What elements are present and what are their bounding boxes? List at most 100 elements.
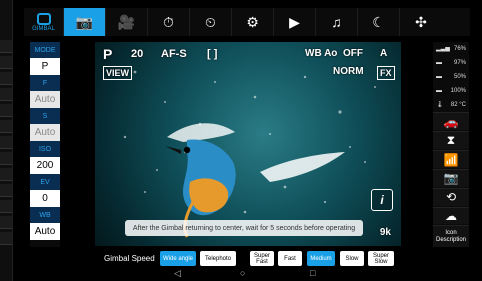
playback-button[interactable]: ▶ xyxy=(274,8,316,36)
speed-option-super-fast[interactable]: Super Fast xyxy=(250,251,274,266)
peek-item xyxy=(0,168,12,181)
peek-item xyxy=(0,56,12,69)
flash-status: OFF xyxy=(343,48,363,59)
af-area: [ ] xyxy=(207,48,218,60)
camera-button[interactable]: 📷 xyxy=(64,8,106,36)
shooting-mode: P xyxy=(103,46,113,62)
peek-item xyxy=(0,136,12,149)
ev-label: EV xyxy=(30,174,60,190)
capture-button[interactable]: 📷 xyxy=(433,168,469,187)
s-value[interactable]: Auto xyxy=(30,124,60,141)
night-button[interactable]: ☾ xyxy=(358,8,400,36)
cloud-upload-icon: ☁ xyxy=(445,209,457,224)
white-balance-badge: WB Ao xyxy=(305,48,338,59)
icon-description-label: Icon Description xyxy=(435,229,466,243)
video-button[interactable]: 🎥 xyxy=(106,8,148,36)
signal-icon: ▂▃▅ xyxy=(436,46,450,53)
info-button[interactable]: i xyxy=(371,189,393,211)
bar-value-1: 97% xyxy=(453,59,466,66)
iso-label: ISO xyxy=(30,141,60,157)
exposure-lock-button[interactable]: ⧗ xyxy=(433,131,469,150)
wb-label: WB xyxy=(30,207,60,223)
bar-icon: ▬ xyxy=(436,73,442,80)
music-icon: ♫ xyxy=(331,14,342,30)
peek-item xyxy=(0,88,12,101)
s-label: S xyxy=(30,108,60,124)
nav-recent-button[interactable]: □ xyxy=(310,268,315,278)
nav-home-button[interactable]: ○ xyxy=(240,268,245,278)
playback-icon: ▶ xyxy=(289,13,300,30)
wb-value[interactable]: Auto xyxy=(30,223,60,240)
music-button[interactable]: ♫ xyxy=(316,8,358,36)
peek-item xyxy=(0,184,12,197)
bar-icon: ▬ xyxy=(436,59,442,66)
status-toast: After the Gimbal returning to center, wa… xyxy=(125,220,363,236)
exposure-lock-icon: ⧗ xyxy=(446,133,456,148)
gimbal-speed-label: Gimbal Speed xyxy=(104,254,155,263)
temperature-status: 🌡 82 °C xyxy=(433,98,469,111)
bottom-toolbar: Gimbal Speed Wide angle Telephoto Super … xyxy=(24,248,470,281)
drive-mode-button[interactable]: 🚗 xyxy=(433,112,469,131)
cloud-button[interactable]: ☁ xyxy=(433,206,469,225)
drive-mode-icon: 🚗 xyxy=(443,114,459,129)
mode-value[interactable]: P xyxy=(30,58,60,75)
speed-option-slow[interactable]: Slow xyxy=(340,251,364,266)
logo-icon xyxy=(36,12,51,25)
app-logo: GIMBAL xyxy=(24,8,64,36)
left-peek-panel xyxy=(0,0,13,281)
icon-description-button[interactable]: Icon Description xyxy=(433,225,469,247)
hyperlapse-button[interactable]: ⏲ xyxy=(190,8,232,36)
quality-icon: A xyxy=(380,48,388,59)
ev-value[interactable]: 0 xyxy=(30,190,60,207)
thermometer-icon: 🌡 xyxy=(436,102,444,109)
mode-label: MODE xyxy=(30,42,60,58)
peek-item xyxy=(0,232,12,245)
reset-button[interactable]: ⟲ xyxy=(433,187,469,206)
f-label: F xyxy=(30,75,60,91)
peek-item xyxy=(0,216,12,229)
top-toolbar: GIMBAL 📷 🎥 ⏱ ⏲ ⚙ ▶ ♫ ☾ ✣ xyxy=(24,8,470,36)
capture-icon: 📷 xyxy=(443,171,459,186)
shots-left: 9k xyxy=(379,227,391,238)
info-icon: i xyxy=(380,193,384,207)
video-icon: 🎥 xyxy=(117,13,136,30)
speed-option-fast[interactable]: Fast xyxy=(278,251,302,266)
camera-viewport[interactable]: P 20 AF-S [ ] WB Ao OFF A VIEW NORM FX i… xyxy=(95,42,401,246)
wifi-icon: 📶 xyxy=(443,152,459,167)
f-value[interactable]: Auto xyxy=(30,91,60,108)
fan-icon: ✣ xyxy=(415,13,427,30)
settings-camera-icon: ⚙ xyxy=(246,13,259,30)
bar-status-2: ▬ 50% xyxy=(433,70,469,83)
battery-percent: 76% xyxy=(453,45,466,52)
peek-item xyxy=(0,200,12,213)
af-mode: AF-S xyxy=(161,48,187,60)
status-panel: ▂▃▅ 76% ▬ 97% ▬ 50% ▬ 100% 🌡 82 °C 🚗 ⧗ 📶… xyxy=(433,42,469,247)
speed-option-medium[interactable]: Medium xyxy=(307,251,335,266)
temperature-value: 82 °C xyxy=(450,101,466,108)
fan-button[interactable]: ✣ xyxy=(400,8,442,36)
bar-icon: ▬ xyxy=(436,87,442,94)
bar-value-3: 100% xyxy=(450,87,466,94)
timelapse-button[interactable]: ⏱ xyxy=(148,8,190,36)
wifi-button[interactable]: 📶 xyxy=(433,150,469,168)
camera-settings-panel: MODE P F Auto S Auto ISO 200 EV 0 WB Aut… xyxy=(30,42,60,247)
logo-text: GIMBAL xyxy=(32,25,55,32)
speed-option-telephoto[interactable]: Telephoto xyxy=(200,251,236,266)
speed-option-wide-angle[interactable]: Wide angle xyxy=(160,251,196,266)
camera-icon: 📷 xyxy=(75,13,94,30)
nav-back-button[interactable]: ◁ xyxy=(174,268,181,279)
peek-item xyxy=(0,40,12,53)
speed-option-super-slow[interactable]: Super Slow xyxy=(368,251,394,266)
image-quality: NORM xyxy=(333,66,364,77)
bar-status-1: ▬ 97% xyxy=(433,56,469,69)
iso-value[interactable]: 200 xyxy=(30,157,60,174)
peek-item xyxy=(0,120,12,133)
night-icon: ☾ xyxy=(372,13,385,30)
timelapse-icon: ⏱ xyxy=(163,13,174,30)
peek-item xyxy=(0,72,12,85)
view-badge: VIEW xyxy=(103,66,133,80)
reset-icon: ⟲ xyxy=(445,190,457,205)
hyperlapse-icon: ⏲ xyxy=(205,13,216,30)
peek-item xyxy=(0,104,12,117)
camera-settings-button[interactable]: ⚙ xyxy=(232,8,274,36)
